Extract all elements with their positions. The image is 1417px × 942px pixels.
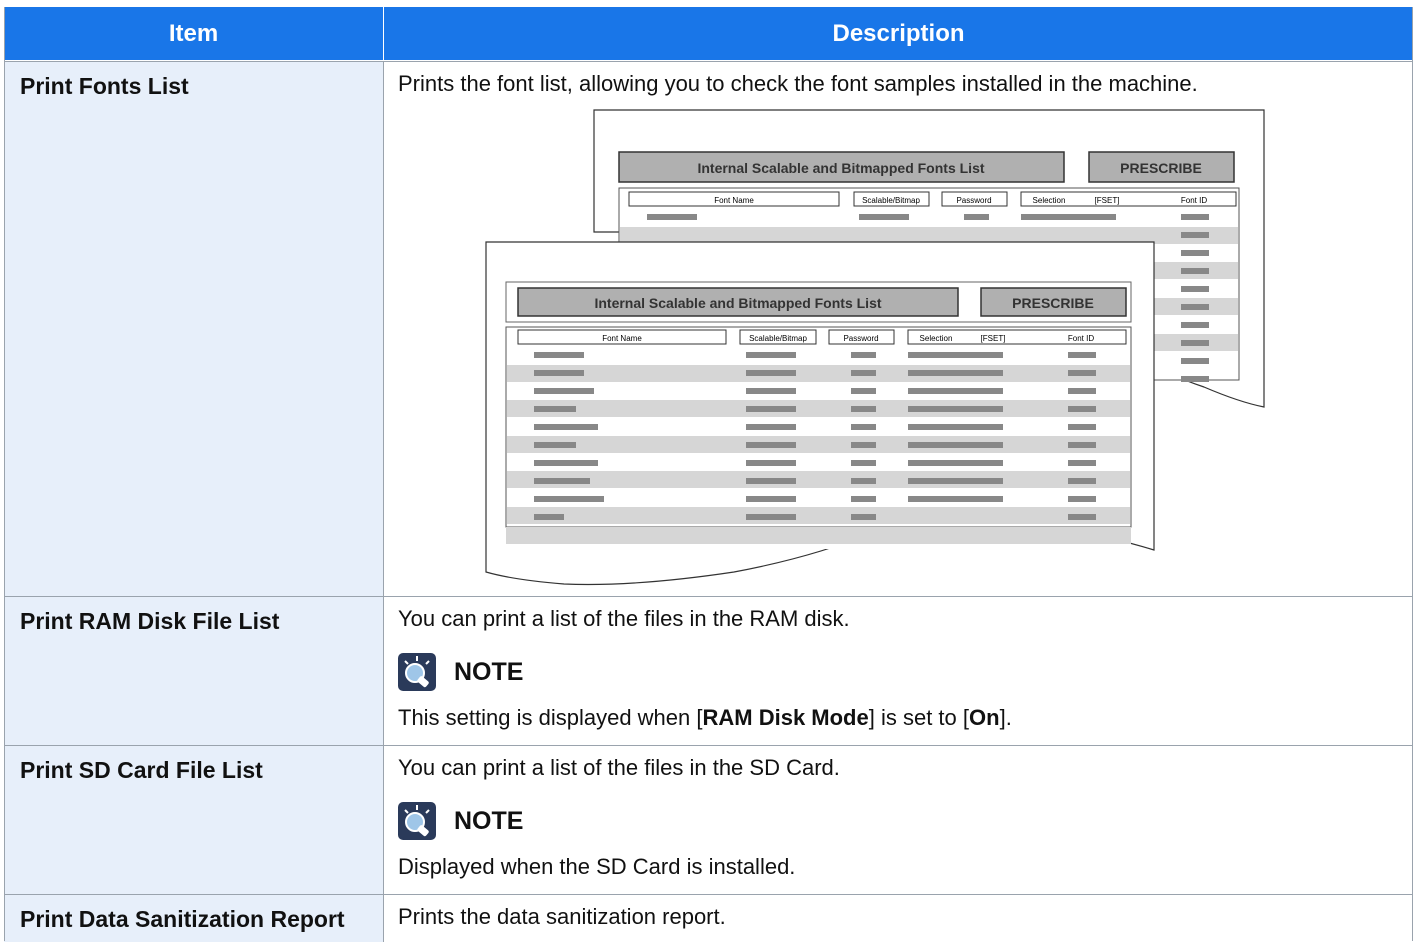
item-print-data-sanitization-report: Print Data Sanitization Report xyxy=(20,906,345,932)
item-print-sd-card-file-list: Print SD Card File List xyxy=(20,757,263,783)
note-label: NOTE xyxy=(454,657,524,686)
col-selection-back: Selection xyxy=(1033,196,1066,205)
col-password-front: Password xyxy=(843,334,878,343)
col-font-id-front: Font ID xyxy=(1068,334,1094,343)
font-list-illustration: Internal Scalable and Bitmapped Fonts Li… xyxy=(485,109,1265,586)
col-scalable-back: Scalable/Bitmap xyxy=(862,196,920,205)
item-print-fonts-list: Print Fonts List xyxy=(20,73,189,99)
item-print-ram-disk-file-list: Print RAM Disk File List xyxy=(20,608,280,634)
note-label: NOTE xyxy=(454,806,524,835)
description-text: Prints the font list, allowing you to ch… xyxy=(398,71,1198,96)
col-fset-back: [FSET] xyxy=(1095,196,1120,205)
header-description: Description xyxy=(384,7,1413,60)
sample-brand-front: PRESCRIBE xyxy=(1012,295,1094,311)
col-font-name-back: Font Name xyxy=(714,196,754,205)
table-row: Print RAM Disk File List You can print a… xyxy=(4,596,1413,746)
lightbulb-icon xyxy=(398,653,436,691)
note-block: NOTE xyxy=(398,802,523,840)
table-row: Print SD Card File List You can print a … xyxy=(4,745,1413,895)
col-font-name-front: Font Name xyxy=(602,334,642,343)
note-text: This setting is displayed when [RAM Disk… xyxy=(398,705,1012,730)
description-text: Prints the data sanitization report. xyxy=(398,904,726,929)
sample-title-back: Internal Scalable and Bitmapped Fonts Li… xyxy=(697,160,984,176)
col-scalable-front: Scalable/Bitmap xyxy=(749,334,807,343)
col-selection-front: Selection xyxy=(920,334,953,343)
description-text: You can print a list of the files in the… xyxy=(398,755,840,780)
description-text: You can print a list of the files in the… xyxy=(398,606,850,631)
note-block: NOTE xyxy=(398,653,523,691)
lightbulb-icon xyxy=(398,802,436,840)
col-password-back: Password xyxy=(956,196,991,205)
sample-brand-back: PRESCRIBE xyxy=(1120,160,1202,176)
col-font-id-back: Font ID xyxy=(1181,196,1207,205)
col-fset-front: [FSET] xyxy=(981,334,1006,343)
header-item: Item xyxy=(4,7,383,60)
note-text: Displayed when the SD Card is installed. xyxy=(398,854,796,879)
table-row: Print Fonts List Prints the font list, a… xyxy=(4,61,1413,597)
sample-title-front: Internal Scalable and Bitmapped Fonts Li… xyxy=(594,295,881,311)
table-row: Print Data Sanitization Report Prints th… xyxy=(4,894,1413,942)
